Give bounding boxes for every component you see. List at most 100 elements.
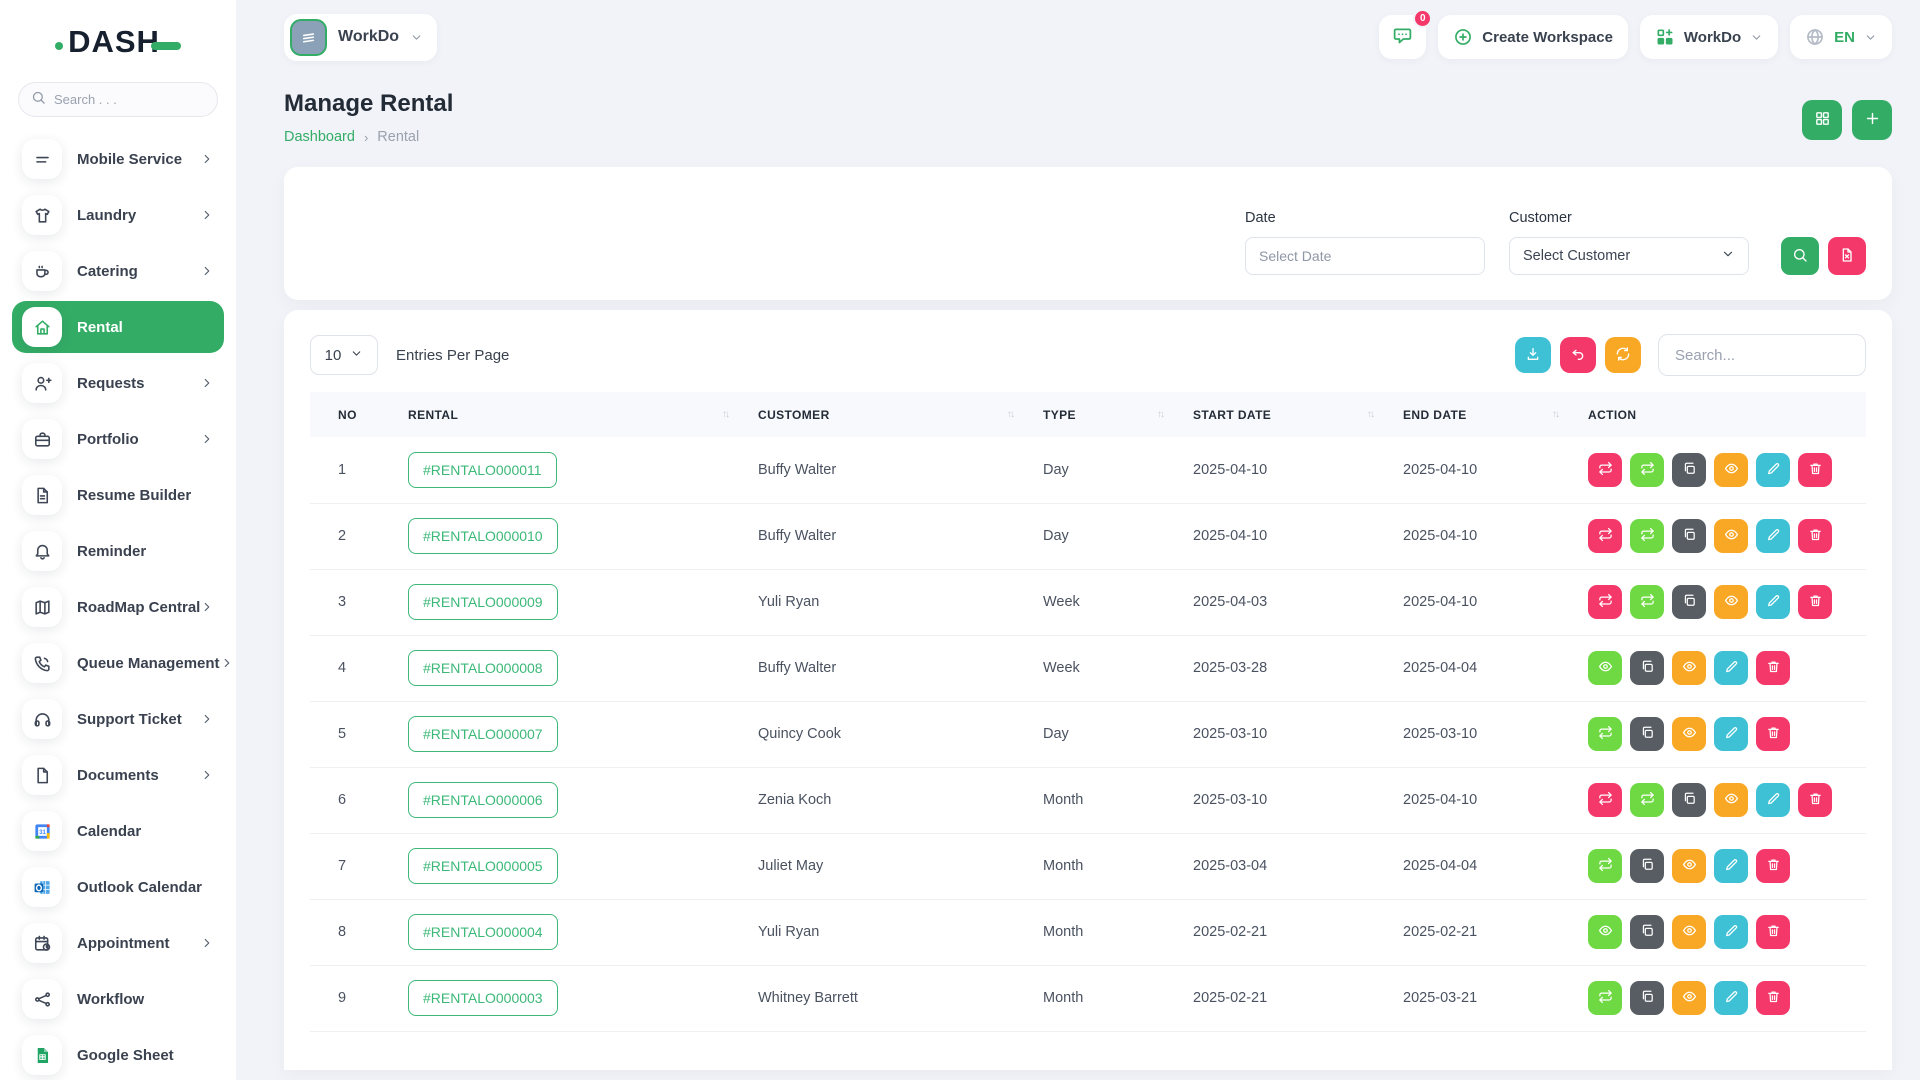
duplicate-action-button[interactable] [1630, 651, 1664, 685]
view-action-button[interactable] [1672, 717, 1706, 751]
workspace-selector[interactable]: WorkDo [284, 14, 437, 61]
view-action-button[interactable] [1714, 585, 1748, 619]
view-action-button[interactable] [1714, 453, 1748, 487]
delete-action-button[interactable] [1798, 453, 1832, 487]
sidebar-item-rental[interactable]: Rental [12, 301, 224, 353]
column-header-end-date[interactable]: END DATE ↑↓ [1395, 392, 1580, 437]
repeat-action-button[interactable] [1630, 453, 1664, 487]
view-action-button[interactable] [1714, 519, 1748, 553]
repeat-action-button[interactable] [1588, 783, 1622, 817]
reload-button[interactable] [1605, 337, 1641, 373]
view-action-button[interactable] [1714, 783, 1748, 817]
repeat-action-button[interactable] [1588, 849, 1622, 883]
repeat-action-button[interactable] [1588, 717, 1622, 751]
grid-view-button[interactable] [1802, 100, 1842, 140]
sort-icon[interactable]: ↑↓ [1157, 409, 1163, 420]
briefcase-icon [22, 419, 62, 459]
view-action-button[interactable] [1588, 651, 1622, 685]
duplicate-action-button[interactable] [1630, 915, 1664, 949]
edit-action-button[interactable] [1714, 849, 1748, 883]
view-action-button[interactable] [1672, 981, 1706, 1015]
messages-button[interactable]: 0 [1379, 15, 1426, 59]
table-search-input[interactable] [1658, 334, 1866, 376]
edit-action-button[interactable] [1756, 783, 1790, 817]
export-button[interactable] [1515, 337, 1551, 373]
logo[interactable]: DASH [0, 0, 236, 74]
add-rental-button[interactable] [1852, 100, 1892, 140]
duplicate-action-button[interactable] [1630, 981, 1664, 1015]
cell-actions [1580, 767, 1866, 833]
view-action-button[interactable] [1672, 651, 1706, 685]
delete-action-button[interactable] [1756, 849, 1790, 883]
column-header-rental[interactable]: RENTAL ↑↓ [400, 392, 750, 437]
sidebar-search-input[interactable] [54, 92, 205, 107]
delete-action-button[interactable] [1798, 519, 1832, 553]
sidebar-item-reminder[interactable]: Reminder [12, 525, 224, 577]
duplicate-action-button[interactable] [1630, 717, 1664, 751]
sidebar-item-support-ticket[interactable]: Support Ticket [12, 693, 224, 745]
language-selector[interactable]: EN [1790, 15, 1892, 59]
repeat-action-button[interactable] [1588, 585, 1622, 619]
sidebar-item-google-sheet[interactable]: Google Sheet [12, 1029, 224, 1080]
sidebar-item-catering[interactable]: Catering [12, 245, 224, 297]
apply-filter-button[interactable] [1781, 237, 1819, 275]
view-action-button[interactable] [1672, 849, 1706, 883]
delete-action-button[interactable] [1756, 915, 1790, 949]
sort-icon[interactable]: ↑↓ [1552, 409, 1558, 420]
edit-action-button[interactable] [1756, 585, 1790, 619]
column-header-start-date[interactable]: START DATE ↑↓ [1185, 392, 1395, 437]
view-action-button[interactable] [1672, 915, 1706, 949]
repeat-action-button[interactable] [1630, 519, 1664, 553]
delete-action-button[interactable] [1756, 651, 1790, 685]
repeat-action-button[interactable] [1588, 981, 1622, 1015]
sidebar-item-laundry[interactable]: Laundry [12, 189, 224, 241]
view-action-button[interactable] [1588, 915, 1622, 949]
date-input[interactable] [1245, 237, 1485, 275]
delete-action-button[interactable] [1798, 783, 1832, 817]
create-workspace-button[interactable]: Create Workspace [1438, 15, 1628, 59]
customer-select[interactable]: Select Customer [1509, 237, 1749, 275]
delete-action-button[interactable] [1756, 717, 1790, 751]
duplicate-action-button[interactable] [1672, 585, 1706, 619]
sidebar-item-requests[interactable]: Requests [12, 357, 224, 409]
workspace-menu-button[interactable]: WorkDo [1640, 15, 1778, 59]
delete-action-button[interactable] [1798, 585, 1832, 619]
column-label: NO [338, 408, 357, 422]
clear-filter-button[interactable] [1828, 237, 1866, 275]
duplicate-action-button[interactable] [1672, 453, 1706, 487]
reset-button[interactable] [1560, 337, 1596, 373]
duplicate-action-button[interactable] [1672, 519, 1706, 553]
sort-icon[interactable]: ↑↓ [1007, 409, 1013, 420]
duplicate-action-button[interactable] [1672, 783, 1706, 817]
edit-action-button[interactable] [1714, 915, 1748, 949]
sort-icon[interactable]: ↑↓ [1367, 409, 1373, 420]
sidebar-item-roadmap-central[interactable]: RoadMap Central [12, 581, 224, 633]
repeat-action-button[interactable] [1630, 783, 1664, 817]
repeat-action-button[interactable] [1588, 519, 1622, 553]
sidebar-item-workflow[interactable]: Workflow [12, 973, 224, 1025]
column-header-customer[interactable]: CUSTOMER ↑↓ [750, 392, 1035, 437]
sidebar-menu: Mobile Service Laundry Catering Rental R… [0, 133, 236, 1080]
edit-action-button[interactable] [1714, 981, 1748, 1015]
breadcrumb-dashboard-link[interactable]: Dashboard [284, 129, 355, 145]
sort-icon[interactable]: ↑↓ [722, 409, 728, 420]
edit-action-button[interactable] [1756, 453, 1790, 487]
repeat-action-button[interactable] [1630, 585, 1664, 619]
cell-customer: Zenia Koch [750, 767, 1035, 833]
delete-action-button[interactable] [1756, 981, 1790, 1015]
duplicate-action-button[interactable] [1630, 849, 1664, 883]
sidebar-item-calendar[interactable]: 31 Calendar [12, 805, 224, 857]
sidebar-item-portfolio[interactable]: Portfolio [12, 413, 224, 465]
column-header-type[interactable]: TYPE ↑↓ [1035, 392, 1185, 437]
edit-action-button[interactable] [1756, 519, 1790, 553]
sidebar-item-documents[interactable]: Documents [12, 749, 224, 801]
sidebar-item-queue-management[interactable]: Queue Management [12, 637, 224, 689]
sidebar-item-appointment[interactable]: Appointment [12, 917, 224, 969]
sidebar-item-resume-builder[interactable]: Resume Builder [12, 469, 224, 521]
repeat-action-button[interactable] [1588, 453, 1622, 487]
entries-per-page-select[interactable]: 10 [310, 335, 378, 375]
sidebar-item-outlook-calendar[interactable]: Outlook Calendar [12, 861, 224, 913]
edit-action-button[interactable] [1714, 651, 1748, 685]
sidebar-item-mobile-service[interactable]: Mobile Service [12, 133, 224, 185]
edit-action-button[interactable] [1714, 717, 1748, 751]
